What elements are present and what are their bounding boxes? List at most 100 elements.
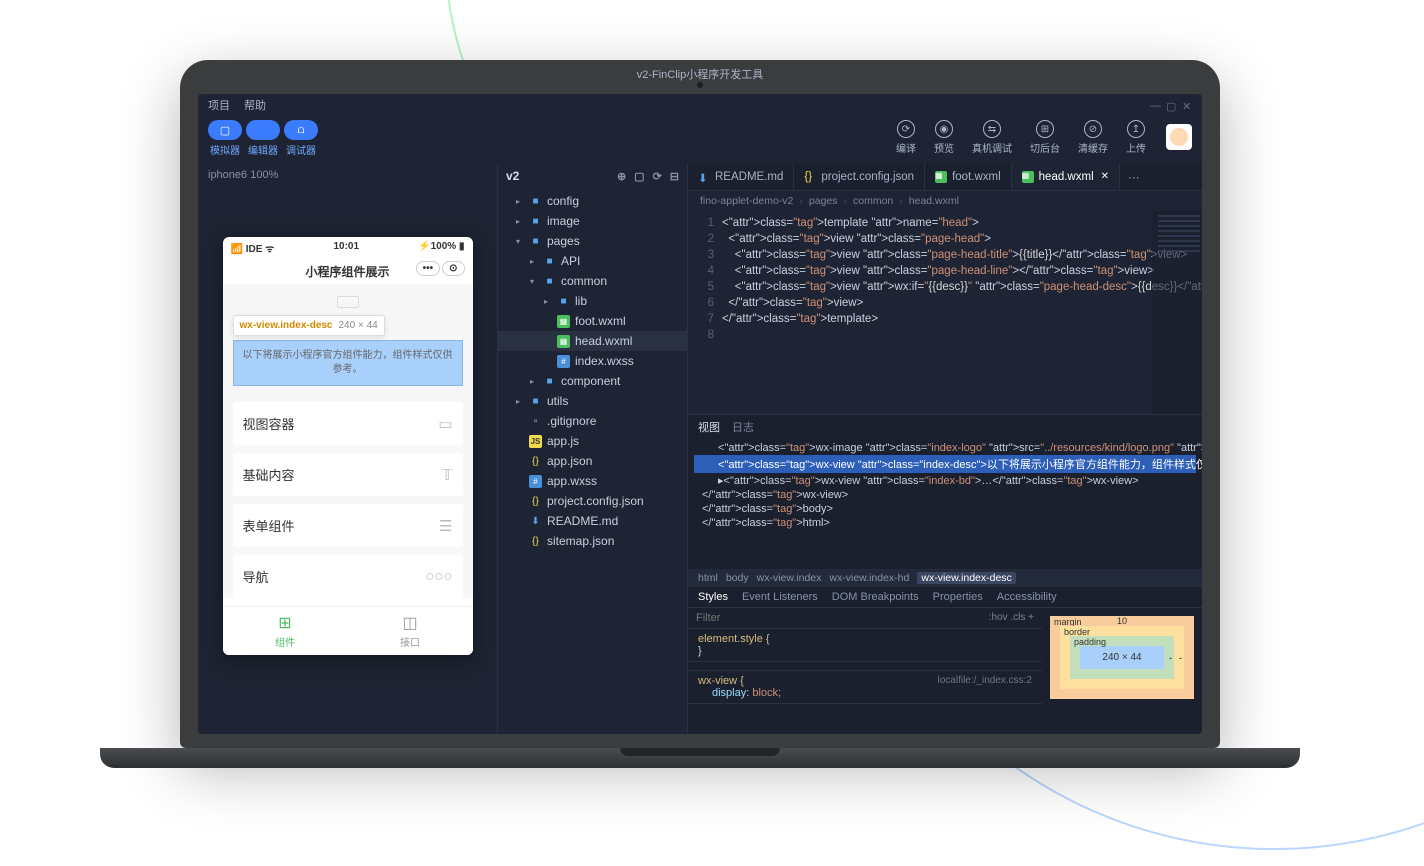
crumb-item[interactable]: wx-view.index-hd <box>829 572 909 584</box>
devtools-panel-tab[interactable]: Styles <box>698 591 728 603</box>
action-label: 切后台 <box>1030 140 1060 155</box>
folder-icon: ■ <box>557 295 570 308</box>
new-folder-icon[interactable]: ▢ <box>634 170 644 183</box>
element-node[interactable]: </"attr">class="tag">html> <box>694 516 1196 530</box>
elements-panel[interactable]: <"attr">class="tag">wx-image "attr">clas… <box>688 439 1202 569</box>
tree-wxss[interactable]: # app.wxss <box>498 471 687 491</box>
action-icon: ↥ <box>1127 120 1145 138</box>
toolbar-action[interactable]: ⟳ 编译 <box>896 120 916 155</box>
tree-wxss[interactable]: # index.wxss <box>498 351 687 371</box>
explorer-root[interactable]: v2 <box>506 169 519 183</box>
json-icon: {} <box>804 171 816 183</box>
toolbar-action[interactable]: ↥ 上传 <box>1126 120 1146 155</box>
element-breadcrumb: html body wx-view.index wx-view.index-hd wx-… <box>688 569 1202 587</box>
devtools-panel-tab[interactable]: Accessibility <box>997 591 1057 603</box>
row-label: 视图容器 <box>243 414 295 433</box>
list-item[interactable]: 基础内容 𝕋 <box>233 453 463 496</box>
json-icon: {} <box>529 455 542 468</box>
minimize-icon[interactable]: — <box>1150 100 1160 110</box>
element-node[interactable]: <"attr">class="tag">wx-image "attr">clas… <box>694 441 1196 455</box>
crumb-item[interactable]: wx-view.index-desc <box>917 572 1015 584</box>
expand-arrow-icon: ▸ <box>516 197 524 206</box>
tree-label: sitemap.json <box>547 534 614 548</box>
avatar[interactable] <box>1166 124 1192 150</box>
minimap[interactable] <box>1152 211 1202 414</box>
refresh-icon[interactable]: ⟳ <box>653 170 662 183</box>
breadcrumb-item[interactable]: fino-applet-demo-v2 <box>700 195 793 207</box>
tree-md[interactable]: ⬇ README.md <box>498 511 687 531</box>
collapse-icon[interactable]: ⊟ <box>670 170 679 183</box>
tree-js[interactable]: JS app.js <box>498 431 687 451</box>
devtools-panel-tab[interactable]: Event Listeners <box>742 591 818 603</box>
folder-icon: ■ <box>529 195 542 208</box>
menu-item[interactable]: 帮助 <box>244 97 266 113</box>
expand-arrow-icon: ▸ <box>516 397 524 406</box>
toolbar-action[interactable]: ◉ 预览 <box>934 120 954 155</box>
more-tabs-icon[interactable]: ⋯ <box>1120 163 1148 190</box>
devtools-panel-tab[interactable]: Properties <box>933 591 983 603</box>
css-rule[interactable]: element.style {} <box>688 629 1042 662</box>
menu-item[interactable]: 项目 <box>208 97 230 113</box>
crumb-item[interactable]: html <box>698 572 718 584</box>
devtools-tab[interactable]: 日志 <box>732 419 754 435</box>
tree-folder[interactable]: ▸ ■ config <box>498 191 687 211</box>
close-tab-icon[interactable]: ✕ <box>1101 171 1109 182</box>
mode-tab[interactable]: 编辑器 <box>246 120 280 157</box>
mode-tab[interactable]: ▢ 模拟器 <box>208 120 242 157</box>
toolbar-action[interactable]: ⊞ 切后台 <box>1030 120 1060 155</box>
new-file-icon[interactable]: ⊕ <box>617 170 626 183</box>
tree-folder[interactable]: ▸ ■ utils <box>498 391 687 411</box>
list-item[interactable]: 导航 ○○○ <box>233 555 463 598</box>
breadcrumb-item[interactable]: head.wxml <box>909 195 959 207</box>
tree-folder[interactable]: ▾ ■ common <box>498 271 687 291</box>
row-icon: ○○○ <box>425 568 452 585</box>
list-item[interactable]: 表单组件 ☰ <box>233 504 463 547</box>
expand-arrow-icon: ▸ <box>544 297 552 306</box>
toolbar-action[interactable]: ⊘ 清缓存 <box>1078 120 1108 155</box>
capsule-menu[interactable]: ••• <box>416 261 441 276</box>
tabbar-item[interactable]: ◫接口 <box>348 607 473 655</box>
css-rule[interactable]: </span><div><span class="selname">.index… <box>688 662 1042 671</box>
breadcrumb-item[interactable]: common <box>853 195 893 207</box>
code-editor[interactable]: 12345678 <"attr">class="tag">template "a… <box>688 211 1202 414</box>
editor-tab[interactable]: {} project.config.json <box>794 163 925 190</box>
tabbar-item[interactable]: ⊞组件 <box>223 607 348 655</box>
editor-tab[interactable]: ⬇ README.md <box>688 163 794 190</box>
tree-wxml[interactable]: ▦ head.wxml <box>498 331 687 351</box>
devtools-tab[interactable]: 视图 <box>698 419 720 435</box>
action-label: 真机调试 <box>972 140 1012 155</box>
element-node[interactable]: </"attr">class="tag">body> <box>694 502 1196 516</box>
close-icon[interactable]: ✕ <box>1182 100 1192 110</box>
devtools-panel-tab[interactable]: DOM Breakpoints <box>832 591 919 603</box>
element-node[interactable]: </"attr">class="tag">wx-view> <box>694 488 1196 502</box>
highlighted-element[interactable]: 以下将展示小程序官方组件能力，组件样式仅供参考。 <box>233 340 463 386</box>
styles-filter-input[interactable] <box>696 612 989 624</box>
editor-tab[interactable]: ▦ head.wxml ✕ <box>1012 163 1120 190</box>
toolbar-action[interactable]: ⇆ 真机调试 <box>972 120 1012 155</box>
crumb-item[interactable]: wx-view.index <box>757 572 822 584</box>
tree-json[interactable]: {} project.config.json <box>498 491 687 511</box>
tree-json[interactable]: {} app.json <box>498 451 687 471</box>
tree-folder[interactable]: ▾ ■ pages <box>498 231 687 251</box>
maximize-icon[interactable]: ▢ <box>1166 100 1176 110</box>
mode-label: 编辑器 <box>248 142 278 157</box>
tree-file[interactable]: ▫ .gitignore <box>498 411 687 431</box>
tree-label: index.wxss <box>575 354 634 368</box>
element-node[interactable]: ▸<"attr">class="tag">wx-view "attr">clas… <box>694 473 1196 488</box>
tree-folder[interactable]: ▸ ■ lib <box>498 291 687 311</box>
capsule-close[interactable]: ⊙ <box>442 261 464 276</box>
filter-options[interactable]: :hov .cls + <box>989 612 1034 624</box>
element-node[interactable]: <"attr">class="tag">wx-view "attr">class… <box>694 455 1196 473</box>
tree-folder[interactable]: ▸ ■ image <box>498 211 687 231</box>
mode-tab[interactable]: ⩍ 调试器 <box>284 120 318 157</box>
tree-folder[interactable]: ▸ ■ component <box>498 371 687 391</box>
row-label: 导航 <box>243 567 269 586</box>
editor-tab[interactable]: ▦ foot.wxml <box>925 163 1012 190</box>
tree-folder[interactable]: ▸ ■ API <box>498 251 687 271</box>
list-item[interactable]: 视图容器 ▭ <box>233 402 463 445</box>
css-rule[interactable]: localfile:/_index.css:2wx-view {display:… <box>688 671 1042 704</box>
crumb-item[interactable]: body <box>726 572 749 584</box>
tree-wxml[interactable]: ▦ foot.wxml <box>498 311 687 331</box>
tree-json[interactable]: {} sitemap.json <box>498 531 687 551</box>
breadcrumb-item[interactable]: pages <box>809 195 838 207</box>
